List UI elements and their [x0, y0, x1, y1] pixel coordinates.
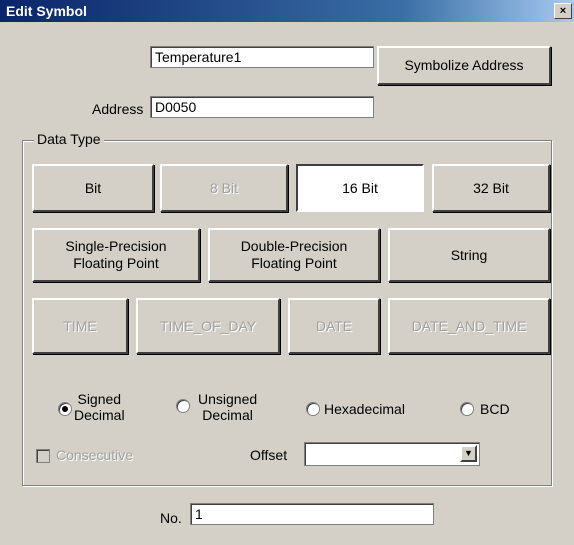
double-precision-line1: Double-Precision: [240, 238, 348, 254]
address-input[interactable]: D0050: [150, 96, 374, 118]
hexadecimal-radio[interactable]: [306, 402, 320, 416]
hexadecimal-label: Hexadecimal: [324, 401, 405, 417]
address-label: Address: [92, 101, 144, 117]
offset-dropdown[interactable]: ▼: [304, 442, 480, 466]
unsigned-decimal-label: Unsigned Decimal: [198, 391, 258, 423]
string-button[interactable]: String: [388, 228, 550, 282]
date-button[interactable]: DATE: [288, 298, 380, 354]
double-precision-button[interactable]: Double-Precision Floating Point: [208, 228, 380, 282]
signed-decimal-radio[interactable]: [58, 402, 72, 416]
symbol-name-input[interactable]: Temperature1: [150, 46, 374, 68]
time-button[interactable]: TIME: [32, 298, 128, 354]
consecutive-label: Consecutive: [56, 447, 134, 463]
chevron-down-icon[interactable]: ▼: [460, 445, 477, 462]
16-bit-button[interactable]: 16 Bit: [296, 164, 424, 212]
symbolize-address-button[interactable]: Symbolize Address: [377, 46, 551, 85]
signed-decimal-label: Signed Decimal: [74, 391, 125, 423]
bcd-radio[interactable]: [460, 402, 474, 416]
double-precision-line2: Floating Point: [251, 255, 337, 271]
bit-button[interactable]: Bit: [32, 164, 154, 212]
number-input[interactable]: 1: [190, 503, 434, 525]
unsigned-decimal-radio[interactable]: [176, 399, 190, 413]
32-bit-button[interactable]: 32 Bit: [432, 164, 550, 212]
single-precision-button[interactable]: Single-Precision Floating Point: [32, 228, 200, 282]
data-type-label: Data Type: [34, 131, 104, 147]
consecutive-checkbox[interactable]: [36, 449, 50, 463]
time-of-day-button[interactable]: TIME_OF_DAY: [136, 298, 280, 354]
close-icon: ×: [559, 5, 567, 17]
title-bar: Edit Symbol ×: [0, 0, 574, 22]
window-title: Edit Symbol: [6, 3, 87, 19]
single-precision-line1: Single-Precision: [65, 238, 167, 254]
bcd-label: BCD: [480, 401, 510, 417]
offset-label: Offset: [250, 447, 288, 463]
8-bit-button[interactable]: 8 Bit: [160, 164, 288, 212]
number-label: No.: [160, 510, 182, 526]
date-and-time-button[interactable]: DATE_AND_TIME: [388, 298, 550, 354]
close-button[interactable]: ×: [554, 3, 572, 19]
single-precision-line2: Floating Point: [73, 255, 159, 271]
